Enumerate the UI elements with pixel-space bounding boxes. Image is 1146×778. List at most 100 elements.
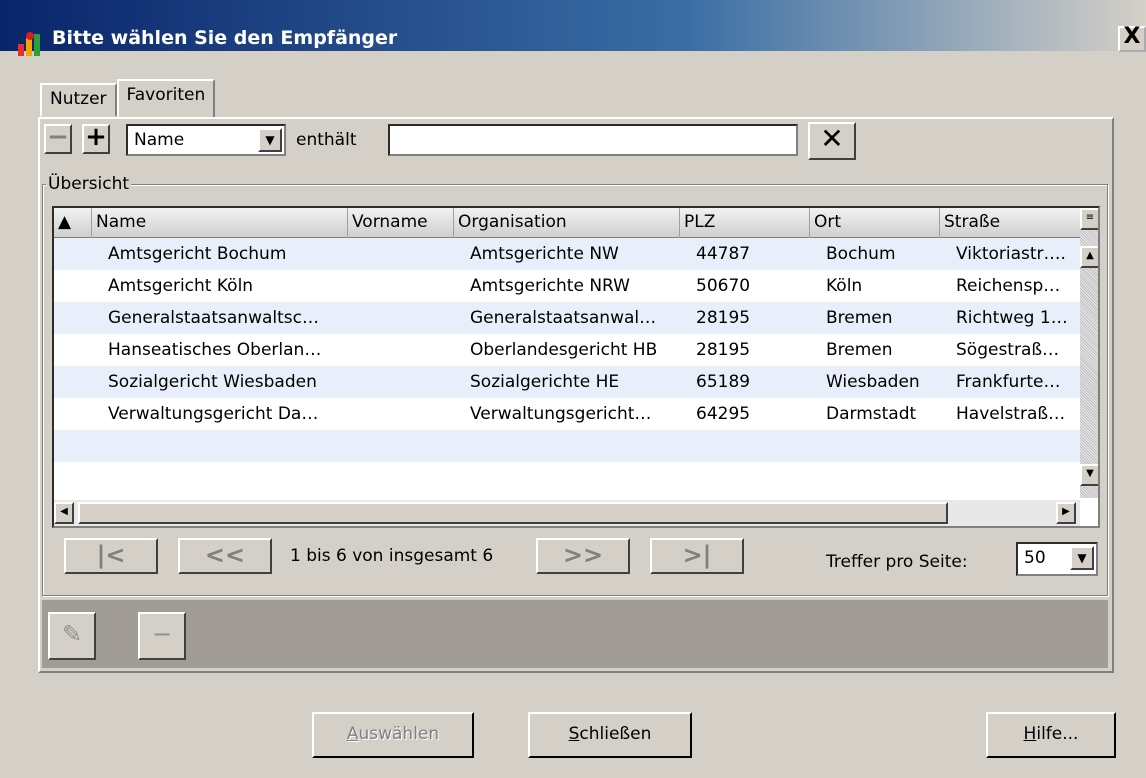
tab-favoriten[interactable]: Favoriten	[116, 79, 216, 117]
recipient-table: ▲ Name Vorname Organisation PLZ Ort Stra…	[52, 206, 1100, 528]
table-row[interactable]: Verwaltungsgericht Da… Verwaltungsgerich…	[54, 398, 1084, 430]
per-page-select[interactable]: 50 ▼	[1016, 542, 1098, 576]
scroll-up-icon[interactable]: ▲	[1080, 246, 1098, 268]
cell-strasse: Viktoriastr….	[956, 244, 1066, 264]
add-button[interactable]: +	[82, 124, 110, 154]
cell-name: Generalstaatsanwaltsc…	[108, 308, 319, 328]
last-page-button[interactable]: >|	[650, 538, 744, 574]
cell-organisation: Generalstaatsanwal…	[470, 308, 657, 328]
tab-nutzer[interactable]: Nutzer	[40, 83, 117, 117]
cell-name: Amtsgericht Köln	[108, 276, 254, 296]
table-header: ▲ Name Vorname Organisation PLZ Ort Stra…	[54, 208, 1084, 238]
close-button-label: chließen	[579, 724, 652, 744]
table-row[interactable]: Amtsgericht Bochum Amtsgerichte NW 44787…	[54, 238, 1084, 270]
horizontal-scrollbar[interactable]: ◀ ▶	[54, 500, 1080, 526]
cell-organisation: Oberlandesgericht HB	[470, 340, 658, 360]
column-chooser-icon[interactable]: ≡	[1080, 208, 1098, 230]
action-bar	[42, 600, 1108, 668]
cell-vorname	[356, 238, 462, 270]
scroll-down-icon[interactable]: ▼	[1080, 464, 1098, 486]
cell-vorname	[356, 270, 462, 302]
help-button[interactable]: Hilfe...	[986, 712, 1116, 758]
cell-organisation: Sozialgerichte HE	[470, 372, 620, 392]
remove-button[interactable]: −	[44, 124, 72, 154]
column-header-plz[interactable]: PLZ	[680, 208, 810, 238]
field-select-value: Name	[134, 130, 185, 150]
column-header-organisation[interactable]: Organisation	[454, 208, 680, 238]
scroll-right-icon[interactable]: ▶	[1056, 502, 1076, 524]
tab-strip: Nutzer Favoriten	[40, 79, 216, 117]
pager-status: 1 bis 6 von insgesamt 6	[290, 546, 494, 566]
window-title: Bitte wählen Sie den Empfänger	[52, 27, 398, 49]
scroll-left-icon[interactable]: ◀	[54, 502, 74, 524]
overview-legend: Übersicht	[46, 174, 132, 194]
close-window-button[interactable]: X	[1118, 26, 1146, 52]
first-page-button[interactable]: |<	[64, 538, 158, 574]
per-page-label: Treffer pro Seite:	[826, 552, 968, 572]
close-button-mnemonic: S	[568, 724, 580, 744]
cell-strasse: Sögestraß…	[956, 340, 1060, 360]
cell-ort: Köln	[826, 276, 863, 296]
cell-ort: Wiesbaden	[826, 372, 920, 392]
help-button-mnemonic: H	[1023, 724, 1037, 744]
column-header-name[interactable]: Name	[92, 208, 348, 238]
table-row-empty	[54, 430, 1084, 462]
cell-ort: Darmstadt	[826, 404, 917, 424]
cell-strasse: Frankfurte…	[956, 372, 1061, 392]
chevron-down-icon[interactable]: ▼	[258, 128, 282, 152]
cell-ort: Bochum	[826, 244, 896, 264]
cell-plz: 28195	[696, 308, 751, 328]
table-body: Amtsgericht Bochum Amtsgerichte NW 44787…	[54, 238, 1084, 494]
column-header-vorname[interactable]: Vorname	[348, 208, 454, 238]
cell-plz: 65189	[696, 372, 751, 392]
cell-name: Amtsgericht Bochum	[108, 244, 287, 264]
table-row-empty	[54, 462, 1084, 494]
table-row[interactable]: Sozialgericht Wiesbaden Sozialgerichte H…	[54, 366, 1084, 398]
table-row[interactable]: Amtsgericht Köln Amtsgerichte NRW 50670 …	[54, 270, 1084, 302]
cell-strasse: Reichensp…	[956, 276, 1061, 296]
select-button-label: uswählen	[358, 724, 440, 744]
cell-plz: 64295	[696, 404, 751, 424]
close-button[interactable]: Schließen	[528, 712, 692, 758]
next-page-button[interactable]: >>	[536, 538, 630, 574]
cell-plz: 44787	[696, 244, 751, 264]
per-page-value: 50	[1024, 548, 1046, 568]
cell-name: Hanseatisches Oberlan…	[108, 340, 322, 360]
cell-plz: 28195	[696, 340, 751, 360]
close-icon: X	[1123, 24, 1141, 49]
chevron-down-icon[interactable]: ▼	[1070, 546, 1094, 570]
title-bar: Bitte wählen Sie den Empfänger X	[0, 0, 1146, 56]
table-row[interactable]: Generalstaatsanwaltsc… Generalstaatsanwa…	[54, 302, 1084, 334]
select-button[interactable]: Auswählen	[312, 712, 474, 758]
cell-organisation: Amtsgerichte NW	[470, 244, 619, 264]
table-row[interactable]: Hanseatisches Oberlan… Oberlandesgericht…	[54, 334, 1084, 366]
remove-icon[interactable]: −	[138, 612, 186, 660]
help-button-label: ilfe...	[1036, 724, 1079, 744]
clear-search-button[interactable]: ✕	[808, 122, 856, 160]
cell-name: Sozialgericht Wiesbaden	[108, 372, 317, 392]
close-icon: ✕	[820, 122, 844, 155]
cell-plz: 50670	[696, 276, 751, 296]
previous-page-button[interactable]: <<	[178, 538, 272, 574]
select-button-mnemonic: A	[346, 724, 359, 744]
field-select[interactable]: Name ▼	[126, 124, 286, 156]
cell-organisation: Verwaltungsgericht…	[470, 404, 652, 424]
cell-ort: Bremen	[826, 308, 893, 328]
column-header-strasse[interactable]: Straße	[940, 208, 1084, 238]
vertical-scrollbar[interactable]: ≡ ▲ ▼	[1080, 208, 1098, 498]
horizontal-scroll-thumb[interactable]	[78, 502, 948, 524]
sort-icon[interactable]: ▲	[54, 208, 92, 238]
search-input[interactable]	[388, 124, 798, 156]
column-header-ort[interactable]: Ort	[810, 208, 940, 238]
app-icon	[18, 32, 40, 56]
cell-strasse: Havelstraß…	[956, 404, 1066, 424]
cell-organisation: Amtsgerichte NRW	[470, 276, 630, 296]
cell-ort: Bremen	[826, 340, 893, 360]
cell-strasse: Richtweg 1…	[956, 308, 1068, 328]
cell-name: Verwaltungsgericht Da…	[108, 404, 319, 424]
contains-label: enthält	[296, 130, 357, 150]
cell-vorname	[356, 398, 462, 430]
cell-vorname	[356, 334, 462, 366]
edit-icon[interactable]: ✎	[48, 612, 96, 660]
cell-vorname	[356, 302, 462, 334]
